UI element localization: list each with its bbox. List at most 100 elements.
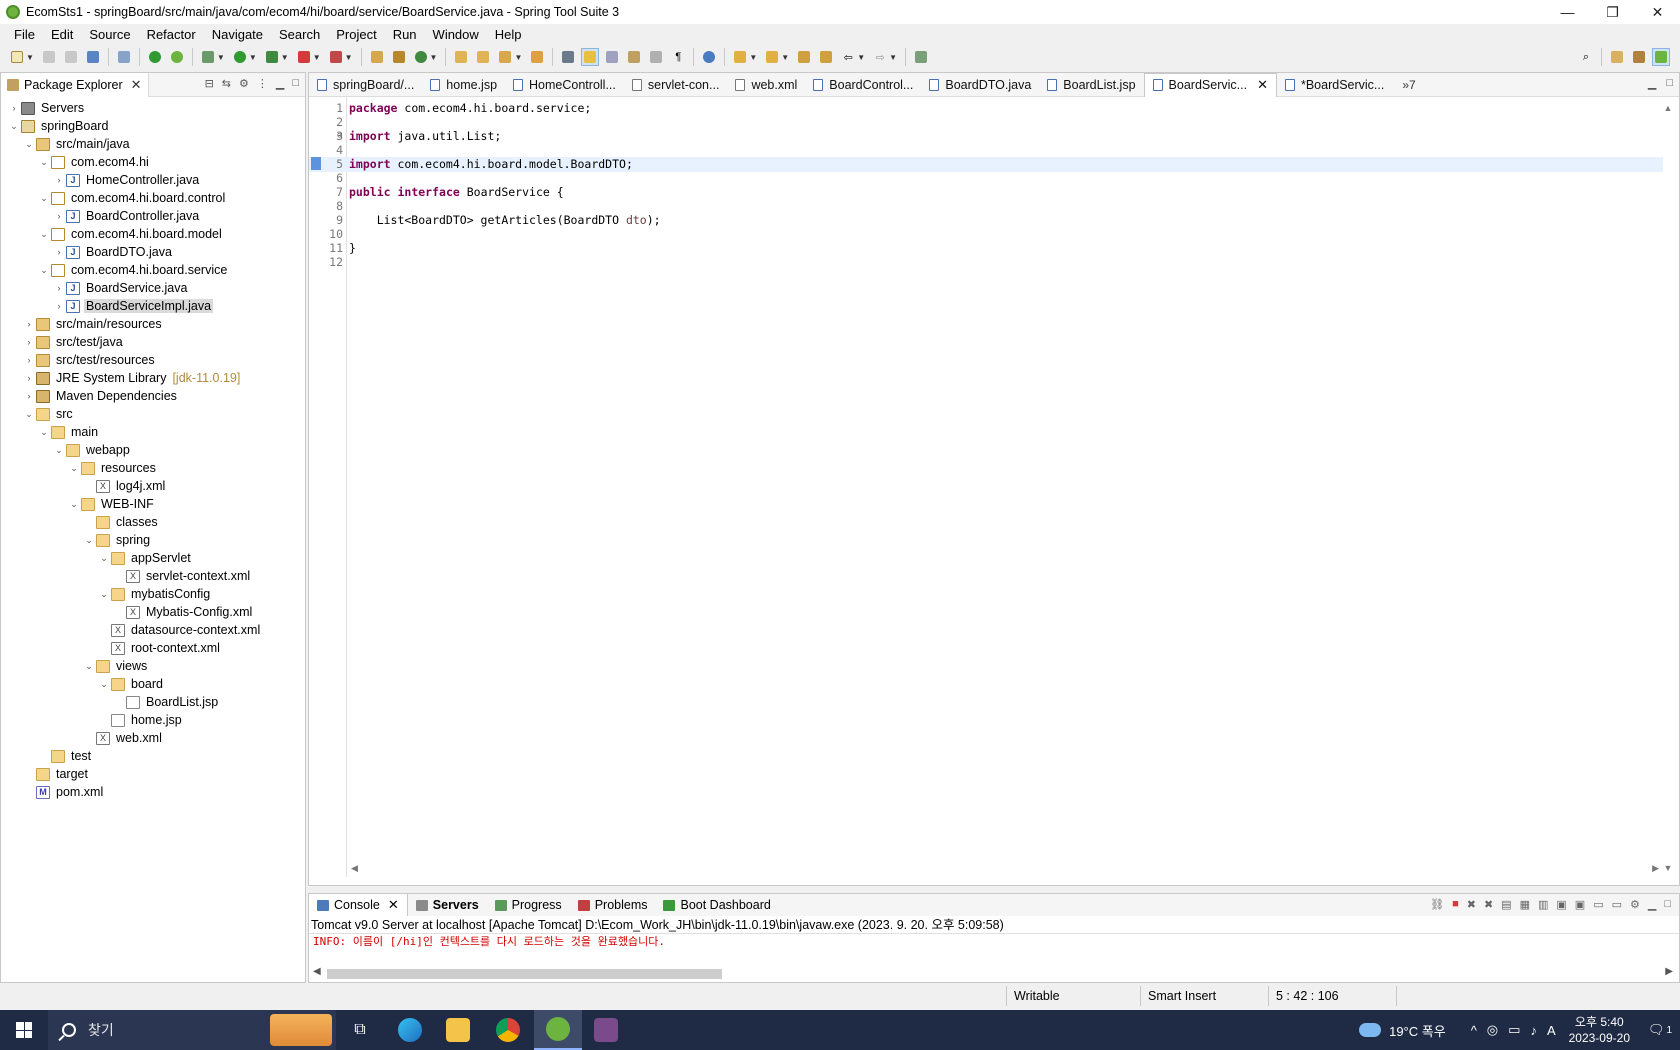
collapse-chevron-icon[interactable]: ›: [22, 319, 36, 329]
code-line[interactable]: 12: [309, 255, 1663, 270]
tree-item[interactable]: ⌄ views: [1, 657, 305, 675]
panel-tab[interactable]: Boot Dashboard: [655, 894, 778, 916]
external-tools-dropdown-icon[interactable]: ▼: [345, 53, 353, 62]
back-dropdown-icon[interactable]: ▼: [857, 53, 865, 62]
scroll-left-icon[interactable]: ◀: [313, 966, 321, 977]
run-dropdown-icon[interactable]: ▼: [249, 53, 257, 62]
new-package-icon[interactable]: [390, 48, 408, 66]
editor-tab[interactable]: home.jsp: [422, 73, 505, 97]
scroll-right-icon[interactable]: ▶: [1665, 966, 1673, 977]
collapse-chevron-icon[interactable]: ›: [52, 283, 66, 293]
code-line[interactable]: 4: [309, 143, 1663, 158]
game-taskbar-button[interactable]: [582, 1010, 630, 1050]
remove-launch-icon[interactable]: ✖: [1467, 898, 1476, 911]
tree-item[interactable]: Xservlet-context.xml: [1, 567, 305, 585]
collapse-chevron-icon[interactable]: ›: [22, 391, 36, 401]
taskbar-clock[interactable]: 오후 5:40 2023-09-20: [1569, 1014, 1630, 1046]
code-line[interactable]: 8: [309, 199, 1663, 214]
code-line[interactable]: 11}: [309, 241, 1663, 256]
pin-editor-icon[interactable]: [912, 48, 930, 66]
chevron-up-icon[interactable]: ^: [1471, 1023, 1477, 1038]
start-server-icon[interactable]: [146, 48, 164, 66]
editor-tab[interactable]: BoardServic... ✕: [1143, 72, 1277, 97]
previous-annotation-dropdown-icon[interactable]: ▼: [781, 53, 789, 62]
close-tab-icon[interactable]: ✕: [388, 897, 399, 913]
view-menu-icon[interactable]: ⋮: [257, 77, 268, 90]
console-horizontal-scrollbar[interactable]: ◀ ▶: [309, 966, 1673, 980]
new-icon[interactable]: [8, 48, 26, 66]
fold-collapse-icon[interactable]: ⊖: [337, 129, 342, 144]
chrome-taskbar-button[interactable]: [484, 1010, 532, 1050]
expand-chevron-icon[interactable]: ⌄: [67, 499, 81, 510]
expand-chevron-icon[interactable]: ⌄: [22, 409, 36, 420]
menu-help[interactable]: Help: [487, 27, 530, 42]
coverage-icon[interactable]: [263, 48, 281, 66]
pin-console-icon[interactable]: ⛓: [1430, 898, 1444, 911]
debug-icon[interactable]: [199, 48, 217, 66]
run-icon[interactable]: [231, 48, 249, 66]
tree-item[interactable]: › src/test/resources: [1, 351, 305, 369]
open-perspective-icon[interactable]: [1608, 48, 1626, 66]
toggle-block-selection-icon[interactable]: [603, 48, 621, 66]
new-class-dropdown-icon[interactable]: ▼: [430, 53, 438, 62]
code-line[interactable]: 1 package com.ecom4.hi.board.service;: [309, 101, 1663, 116]
notification-center-button[interactable]: 🗨 1: [1640, 1010, 1680, 1050]
tree-item[interactable]: ⌄ WEB-INF: [1, 495, 305, 513]
editor-tab[interactable]: *BoardServic...: [1277, 73, 1392, 97]
previous-annotation-icon[interactable]: [763, 48, 781, 66]
tree-item[interactable]: Xdatasource-context.xml: [1, 621, 305, 639]
display-console-icon[interactable]: ▭: [1612, 898, 1622, 911]
expand-chevron-icon[interactable]: ⌄: [82, 661, 96, 672]
tree-item[interactable]: ⌄ com.ecom4.hi: [1, 153, 305, 171]
scroll-lock-icon[interactable]: ▦: [1520, 898, 1530, 911]
sts-taskbar-button[interactable]: [534, 1010, 582, 1050]
scrollbar-thumb[interactable]: [327, 969, 722, 979]
collapse-chevron-icon[interactable]: ›: [52, 301, 66, 311]
toggle-mark-occurrences-icon[interactable]: [581, 48, 600, 66]
word-wrap-icon[interactable]: ▥: [1538, 898, 1548, 911]
tree-item[interactable]: Xlog4j.xml: [1, 477, 305, 495]
network-icon[interactable]: ▭: [1508, 1022, 1520, 1038]
menu-run[interactable]: Run: [385, 27, 425, 42]
tree-item[interactable]: › Servers: [1, 99, 305, 117]
scroll-right-icon[interactable]: ▶: [1652, 863, 1659, 877]
expand-chevron-icon[interactable]: ⌄: [37, 229, 51, 240]
next-annotation-icon[interactable]: [731, 48, 749, 66]
quick-access-search-icon[interactable]: ⌕: [1577, 48, 1595, 66]
expand-chevron-icon[interactable]: ⌄: [97, 589, 111, 600]
panel-tab[interactable]: Progress: [487, 894, 570, 916]
menu-file[interactable]: File: [6, 27, 43, 42]
new-dropdown-icon[interactable]: ▼: [26, 53, 34, 62]
tree-item[interactable]: classes: [1, 513, 305, 531]
new-class-icon[interactable]: [412, 48, 430, 66]
collapse-chevron-icon[interactable]: ›: [22, 337, 36, 347]
code-line[interactable]: 6: [309, 171, 1663, 186]
minimize-button[interactable]: —: [1545, 0, 1590, 24]
close-icon[interactable]: ✕: [131, 77, 142, 93]
open-console-icon[interactable]: ▭: [1593, 898, 1603, 911]
code-line[interactable]: 7 public interface BoardService {: [309, 185, 1663, 200]
back-icon[interactable]: ⇦: [839, 48, 857, 66]
collapse-chevron-icon[interactable]: ›: [52, 211, 66, 221]
save-icon[interactable]: [40, 48, 58, 66]
tree-item[interactable]: ⌄ src: [1, 405, 305, 423]
web-browser-icon[interactable]: [700, 48, 718, 66]
package-explorer-tab[interactable]: Package Explorer ✕: [1, 72, 149, 97]
editor-tab[interactable]: HomeControll...: [505, 73, 624, 97]
toggle-annotation-icon[interactable]: [559, 48, 577, 66]
tree-item[interactable]: Xroot-context.xml: [1, 639, 305, 657]
editor-tab[interactable]: BoardControl...: [805, 73, 921, 97]
save-all-icon[interactable]: [62, 48, 80, 66]
tree-item[interactable]: X Mybatis-Config.xml: [1, 603, 305, 621]
edge-taskbar-button[interactable]: [386, 1010, 434, 1050]
menu-window[interactable]: Window: [425, 27, 487, 42]
tree-item[interactable]: › src/test/java: [1, 333, 305, 351]
tree-item[interactable]: › J HomeController.java: [1, 171, 305, 189]
forward-dropdown-icon[interactable]: ▼: [889, 53, 897, 62]
stop-icon[interactable]: [295, 48, 313, 66]
code-line[interactable]: 5 import com.ecom4.hi.board.model.BoardDT…: [309, 157, 1663, 172]
minimize-editor-icon[interactable]: ▁: [1648, 77, 1656, 90]
expand-chevron-icon[interactable]: ⌄: [97, 553, 111, 564]
tree-item[interactable]: › J BoardController.java: [1, 207, 305, 225]
scroll-down-icon[interactable]: ▼: [1661, 863, 1675, 873]
